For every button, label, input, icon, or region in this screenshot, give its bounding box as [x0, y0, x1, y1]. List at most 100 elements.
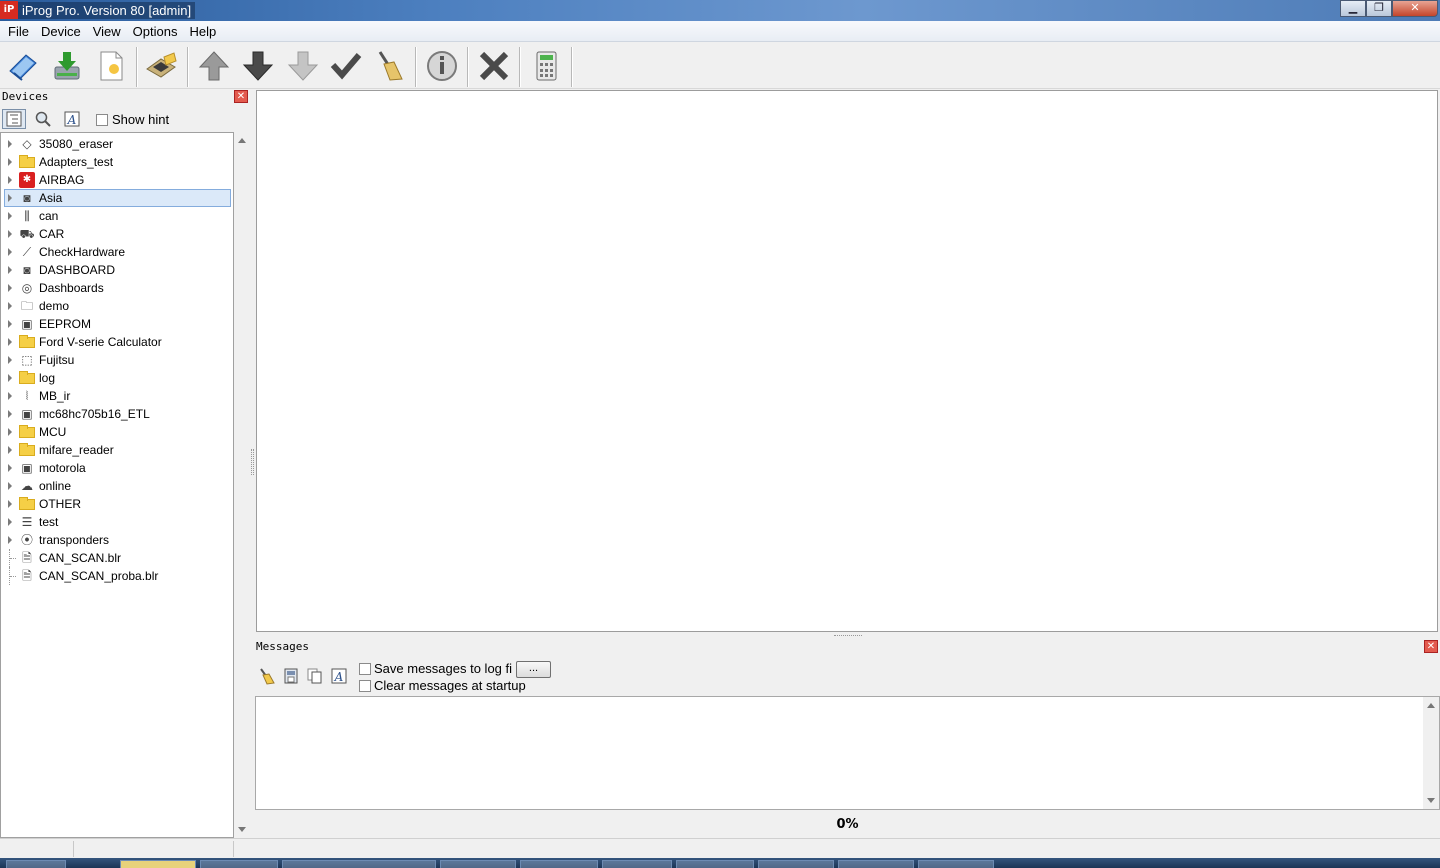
expand-arrow-icon[interactable] — [8, 230, 12, 238]
minimize-button[interactable]: ▁ — [1340, 0, 1366, 17]
tree-item[interactable]: ▣ EEPROM — [1, 315, 233, 333]
tree-item[interactable]: ▣ motorola — [1, 459, 233, 477]
messages-font-button[interactable]: A — [329, 666, 349, 686]
expand-arrow-icon[interactable] — [8, 338, 12, 346]
close-messages-panel-button[interactable]: ✕ — [1424, 640, 1438, 653]
expand-arrow-icon[interactable] — [8, 518, 12, 526]
write-down-button[interactable] — [238, 47, 278, 85]
save-log-checkbox[interactable] — [359, 662, 371, 675]
tree-item[interactable]: ⟋ CheckHardware — [1, 243, 233, 261]
stop-button[interactable] — [474, 47, 514, 85]
expand-arrow-icon[interactable] — [8, 374, 12, 382]
new-file-button[interactable] — [91, 47, 131, 85]
horizontal-splitter[interactable] — [256, 632, 1438, 639]
tree-item[interactable]: Ford V-serie Calculator — [1, 333, 233, 351]
menu-help[interactable]: Help — [184, 21, 221, 42]
expand-arrow-icon[interactable] — [8, 194, 12, 202]
tree-item[interactable]: ☁ online — [1, 477, 233, 495]
expand-arrow-icon[interactable] — [8, 446, 12, 454]
save-messages-button[interactable] — [281, 666, 301, 686]
tree-item[interactable]: 🗎 CAN_SCAN.blr — [1, 549, 233, 567]
menu-file[interactable]: File — [3, 21, 34, 42]
expand-arrow-icon[interactable] — [8, 482, 12, 490]
taskbar-item[interactable] — [120, 860, 196, 868]
tree-item[interactable]: Adapters_test — [1, 153, 233, 171]
tree-item[interactable]: ✱ AIRBAG — [1, 171, 233, 189]
calculator-button[interactable] — [526, 47, 566, 85]
menu-view[interactable]: View — [88, 21, 126, 42]
expand-arrow-icon[interactable] — [8, 392, 12, 400]
tree-item[interactable]: mifare_reader — [1, 441, 233, 459]
show-hint-checkbox[interactable] — [96, 113, 108, 126]
scroll-up-arrow-icon[interactable] — [1427, 703, 1435, 708]
tree-item[interactable]: ◇ 35080_eraser — [1, 135, 233, 153]
tree-item[interactable]: ⦿ transponders — [1, 531, 233, 549]
verify-button[interactable] — [326, 47, 366, 85]
font-button[interactable]: A — [60, 109, 84, 129]
tree-item[interactable]: ⬚ Fujitsu — [1, 351, 233, 369]
taskbar-item[interactable] — [200, 860, 278, 868]
tree-item[interactable]: OTHER — [1, 495, 233, 513]
expand-arrow-icon[interactable] — [8, 500, 12, 508]
expand-arrow-icon[interactable] — [8, 140, 12, 148]
download-button[interactable] — [47, 47, 87, 85]
open-button[interactable] — [3, 47, 43, 85]
expand-arrow-icon[interactable] — [8, 266, 12, 274]
menu-device[interactable]: Device — [36, 21, 86, 42]
expand-arrow-icon[interactable] — [8, 176, 12, 184]
taskbar-item[interactable] — [758, 860, 834, 868]
tree-item[interactable]: 🗎 CAN_SCAN_proba.blr — [1, 567, 233, 585]
browse-log-file-button[interactable]: ... — [516, 661, 551, 678]
expand-arrow-icon[interactable] — [8, 284, 12, 292]
taskbar-item[interactable] — [676, 860, 754, 868]
expand-arrow-icon[interactable] — [8, 212, 12, 220]
taskbar-item[interactable] — [838, 860, 914, 868]
clear-messages-button[interactable] — [257, 666, 277, 686]
taskbar-item[interactable] — [918, 860, 994, 868]
expand-arrow-icon[interactable] — [8, 410, 12, 418]
taskbar-item[interactable] — [602, 860, 672, 868]
search-button[interactable] — [31, 109, 55, 129]
tree-item[interactable]: MCU — [1, 423, 233, 441]
expand-arrow-icon[interactable] — [8, 302, 12, 310]
expand-arrow-icon[interactable] — [8, 356, 12, 364]
scroll-down-arrow-icon[interactable] — [1427, 798, 1435, 803]
expand-arrow-icon[interactable] — [8, 428, 12, 436]
taskbar-start-button[interactable] — [6, 860, 66, 868]
tree-item[interactable]: ◙ Asia — [1, 189, 233, 207]
menu-options[interactable]: Options — [128, 21, 183, 42]
clear-at-startup-checkbox[interactable] — [359, 679, 371, 692]
device-select-button[interactable] — [141, 47, 181, 85]
verify-down-button[interactable] — [283, 47, 323, 85]
main-editor-area[interactable] — [256, 90, 1438, 632]
tree-item[interactable]: ⦚ MB_ir — [1, 387, 233, 405]
close-devices-panel-button[interactable]: ✕ — [234, 90, 248, 103]
tree-view-button[interactable] — [2, 109, 26, 129]
scroll-up-arrow-icon[interactable] — [238, 138, 246, 143]
tree-item[interactable]: ⫼ can — [1, 207, 233, 225]
read-up-button[interactable] — [194, 47, 234, 85]
tree-item[interactable]: log — [1, 369, 233, 387]
expand-arrow-icon[interactable] — [8, 536, 12, 544]
tree-item[interactable]: ◎ Dashboards — [1, 279, 233, 297]
info-button[interactable] — [422, 47, 462, 85]
maximize-button[interactable]: ❐ — [1366, 0, 1392, 17]
taskbar-item[interactable] — [440, 860, 516, 868]
tree-item[interactable]: 🗀 demo — [1, 297, 233, 315]
expand-arrow-icon[interactable] — [8, 248, 12, 256]
tree-item[interactable]: ▣ mc68hc705b16_ETL — [1, 405, 233, 423]
expand-arrow-icon[interactable] — [8, 158, 12, 166]
copy-messages-button[interactable] — [305, 666, 325, 686]
expand-arrow-icon[interactable] — [8, 464, 12, 472]
erase-button[interactable] — [369, 47, 409, 85]
messages-log-area[interactable] — [255, 696, 1440, 810]
device-tree-scrollbar[interactable] — [234, 132, 250, 838]
tree-item[interactable]: ☰ test — [1, 513, 233, 531]
tree-item[interactable]: ◙ DASHBOARD — [1, 261, 233, 279]
expand-arrow-icon[interactable] — [8, 320, 12, 328]
taskbar-item[interactable] — [520, 860, 598, 868]
scroll-down-arrow-icon[interactable] — [238, 827, 246, 832]
taskbar-item[interactable] — [282, 860, 436, 868]
messages-scrollbar[interactable] — [1423, 697, 1439, 809]
tree-item[interactable]: ⛟ CAR — [1, 225, 233, 243]
